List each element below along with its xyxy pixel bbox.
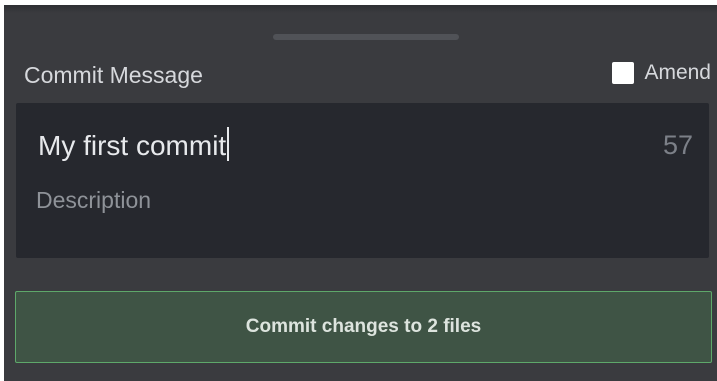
commit-message-title: Commit Message: [24, 62, 203, 88]
text-caret: [227, 127, 230, 161]
remaining-char-count: 57: [662, 130, 693, 160]
description-input[interactable]: Description: [36, 185, 151, 215]
amend-label: Amend: [644, 61, 711, 84]
summary-input[interactable]: My first commit: [38, 127, 230, 164]
commit-button-label: Commit changes to 2 files: [245, 316, 482, 337]
amend-checkbox[interactable]: [612, 62, 635, 84]
resize-handle[interactable]: [273, 34, 459, 40]
commit-message-editor[interactable]: My first commit 57 Description: [16, 103, 709, 258]
commit-button[interactable]: Commit changes to 2 files: [15, 291, 712, 363]
commit-panel: Commit Message Amend My first commit 57 …: [4, 5, 717, 381]
amend-toggle[interactable]: Amend: [612, 59, 711, 87]
summary-text: My first commit: [38, 130, 227, 161]
panel-top-shadow: [4, 5, 717, 13]
